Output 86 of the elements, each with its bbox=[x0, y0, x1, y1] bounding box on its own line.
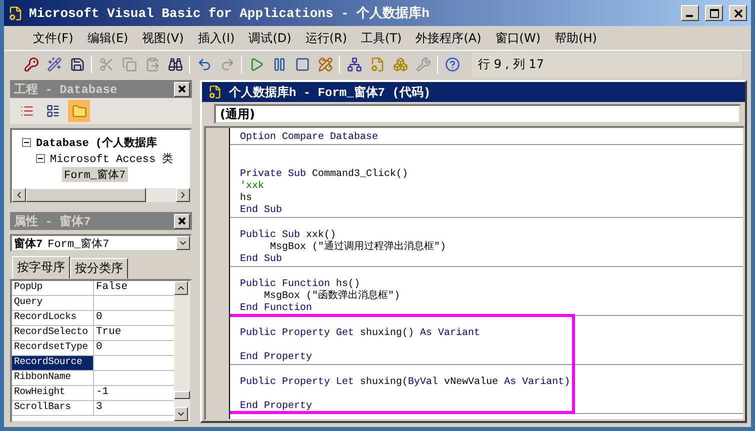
close-icon bbox=[178, 217, 186, 225]
horizontal-scrollbar[interactable] bbox=[12, 188, 190, 202]
close-icon bbox=[734, 8, 742, 18]
tree-item[interactable]: Database (个人数据库 bbox=[34, 134, 160, 150]
code-line: MsgBox ("通过调用过程弹出消息框") bbox=[269, 242, 448, 254]
dropdown-button[interactable] bbox=[176, 236, 190, 250]
menu-item[interactable]: 调试(D) bbox=[242, 28, 298, 48]
code-line: End Property bbox=[240, 352, 314, 364]
menu-item[interactable]: 编辑(E) bbox=[80, 28, 136, 48]
menu-item[interactable]: 外接程序(A) bbox=[408, 28, 488, 48]
property-name[interactable]: ScrollBars bbox=[12, 401, 94, 415]
property-value[interactable]: 3 bbox=[94, 401, 174, 415]
code-line: End Property bbox=[240, 401, 314, 413]
object-dropdown[interactable]: 窗体7 Form_窗体7 bbox=[10, 234, 192, 252]
code-line: Option Compare Database bbox=[240, 132, 380, 144]
property-name[interactable]: PopUp bbox=[12, 281, 94, 295]
menu-item[interactable]: 帮助(H) bbox=[548, 28, 604, 48]
scroll-up-button[interactable] bbox=[174, 281, 188, 295]
app-icon bbox=[8, 6, 23, 20]
code-line: Private Sub Command3_Click() bbox=[240, 169, 410, 180]
property-value[interactable]: 0 bbox=[94, 341, 174, 355]
property-name[interactable]: RibbonName bbox=[12, 371, 94, 385]
code-line: hs bbox=[240, 193, 254, 204]
collapse-icon[interactable] bbox=[22, 138, 31, 146]
property-name[interactable]: Query bbox=[12, 296, 94, 310]
scroll-right-button[interactable] bbox=[176, 188, 190, 202]
binoculars-icon[interactable] bbox=[166, 56, 184, 74]
maximize-icon bbox=[710, 8, 718, 18]
tree-item[interactable]: Microsoft Access 类 bbox=[48, 150, 176, 166]
menu-item[interactable]: 窗口(W) bbox=[488, 28, 548, 48]
form-icon bbox=[46, 104, 60, 118]
code-line: Public Property Get shuxing() As Variant bbox=[240, 328, 482, 340]
close-button[interactable] bbox=[174, 214, 190, 228]
menu-item[interactable]: 工具(T) bbox=[354, 28, 409, 48]
maximize-button[interactable] bbox=[705, 5, 723, 21]
tab[interactable]: 按字母序 bbox=[12, 256, 70, 279]
object-name: Form_窗体7 bbox=[48, 236, 110, 250]
code-line: End Function bbox=[240, 303, 314, 315]
code-window-title: 个人数据库h - Form_窗体7 (代码) bbox=[229, 84, 431, 100]
property-name[interactable]: RecordsetType bbox=[12, 341, 94, 355]
menu-item[interactable]: 文件(F) bbox=[26, 28, 80, 48]
property-name[interactable]: RowHeight bbox=[12, 386, 94, 400]
scrollbar-thumb[interactable] bbox=[26, 188, 146, 202]
object-type: 窗体7 bbox=[14, 236, 43, 250]
tree-item[interactable]: Form_窗体7 bbox=[62, 166, 128, 182]
property-value[interactable]: False bbox=[94, 281, 174, 295]
minimize-button[interactable] bbox=[681, 5, 699, 21]
scrollbar-thumb[interactable] bbox=[174, 391, 190, 399]
module-icon bbox=[208, 85, 222, 99]
menu-item[interactable]: 插入(I) bbox=[190, 28, 242, 48]
property-name[interactable]: RecordLocks bbox=[12, 311, 94, 325]
menu-item[interactable]: 视图(V) bbox=[135, 28, 191, 48]
close-icon bbox=[178, 85, 186, 93]
tab[interactable]: 按分类序 bbox=[70, 258, 128, 279]
wand-icon[interactable] bbox=[45, 56, 63, 74]
property-name[interactable]: RecordSource bbox=[12, 356, 94, 370]
close-button[interactable] bbox=[174, 82, 190, 96]
folder-icon bbox=[72, 104, 86, 118]
code-line: End Sub bbox=[240, 254, 284, 266]
ruler-pencil-icon[interactable] bbox=[316, 56, 334, 74]
network-icon[interactable] bbox=[345, 56, 363, 74]
collapse-icon[interactable] bbox=[36, 154, 45, 162]
scroll-left-button[interactable] bbox=[12, 188, 26, 202]
close-button[interactable] bbox=[729, 5, 747, 21]
property-value[interactable]: -1 bbox=[94, 386, 174, 400]
code-line: Public Sub xxk() bbox=[240, 230, 336, 241]
object-box[interactable]: (通用) bbox=[214, 104, 741, 124]
code-line: Public Property Let shuxing(ByVal vNewValue As Variant) bbox=[240, 377, 572, 389]
code-line: Public Function hs() bbox=[240, 279, 360, 290]
window-title: Microsoft Visual Basic for Applications - 个人数据库h bbox=[29, 4, 430, 22]
help-icon[interactable] bbox=[443, 56, 461, 74]
code-line: 'xxk bbox=[240, 181, 266, 192]
property-value[interactable]: 0 bbox=[94, 311, 174, 325]
scroll-down-button[interactable] bbox=[174, 407, 188, 421]
code-line: End Sub bbox=[240, 205, 284, 217]
code-editor[interactable] bbox=[230, 128, 743, 419]
menu-item[interactable]: 运行(R) bbox=[298, 28, 354, 48]
code-line: MsgBox ("函数弹出消息框") bbox=[263, 291, 402, 302]
vertical-scrollbar[interactable] bbox=[174, 281, 190, 421]
key-icon[interactable] bbox=[22, 56, 40, 74]
list-icon bbox=[20, 104, 34, 118]
pane-title: 属性 - 窗体7 bbox=[14, 214, 91, 230]
cursor-position: 行 9 , 列 17 bbox=[472, 52, 742, 76]
property-name[interactable]: RecordSelecto bbox=[12, 326, 94, 340]
pane-title: 工程 - Database bbox=[14, 82, 118, 98]
property-value[interactable]: True bbox=[94, 326, 174, 340]
